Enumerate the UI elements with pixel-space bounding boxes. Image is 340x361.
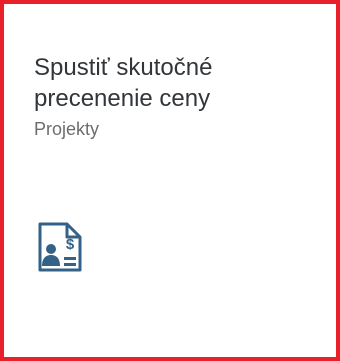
price-document-icon: $ xyxy=(37,222,83,272)
app-tile-run-actual-revaluation[interactable]: Spustiť skutočné precenenie ceny Projekt… xyxy=(0,0,340,361)
tile-title-line-2: precenenie ceny xyxy=(34,85,211,112)
tile-title: Spustiť skutočné precenenie ceny xyxy=(34,52,316,114)
tile-header: Spustiť skutočné precenenie ceny Projekt… xyxy=(34,52,316,140)
tile-subtitle: Projekty xyxy=(34,119,100,139)
tile-title-line-1: Spustiť skutočné xyxy=(34,54,213,81)
svg-text:$: $ xyxy=(66,236,75,253)
